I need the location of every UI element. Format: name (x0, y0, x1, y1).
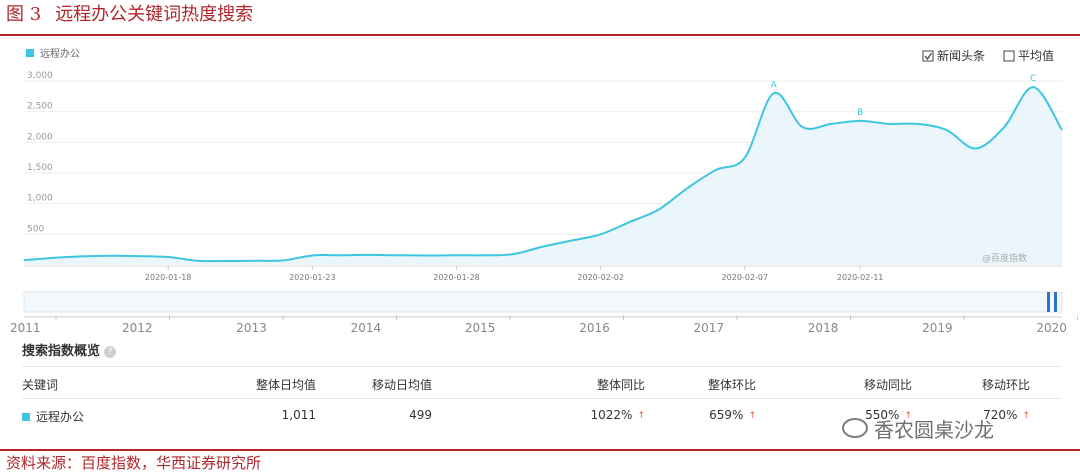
legend[interactable]: 远程办公 (26, 47, 80, 60)
th-mobile-mom: 移动环比 (981, 378, 1030, 392)
th-overall-daily: 整体日均值 (255, 378, 316, 392)
y-tick-label: 500 (27, 224, 44, 234)
year-label: 2014 (351, 321, 382, 335)
td-overall-yoy-value: 1022% (590, 408, 633, 422)
td-overall-yoy: 1022% ↑ (545, 408, 646, 422)
td-keyword[interactable]: 远程办公 (22, 408, 84, 425)
x-tick-label: 2020-02-11 (837, 273, 884, 282)
series-area (24, 87, 1062, 265)
td-keyword-text: 远程办公 (36, 410, 85, 424)
year-label: 2018 (808, 321, 839, 335)
y-tick-label: 3,000 (27, 71, 53, 81)
y-tick-label: 1,500 (27, 163, 53, 173)
timeline-slider[interactable] (23, 291, 1063, 313)
headline-toggle-label: 新闻头条 (937, 48, 985, 63)
watermark-text: 香农圆桌沙龙 (874, 418, 994, 442)
td-overall-mom-value: 659% (709, 408, 744, 422)
annotation-label[interactable]: C (1030, 74, 1036, 84)
x-tick-label: 2020-01-18 (145, 273, 192, 282)
table-divider-mid (22, 398, 1062, 399)
up-arrow-icon: ↑ (748, 411, 756, 421)
year-label: 2011 (10, 321, 41, 335)
legend-swatch (26, 49, 34, 57)
x-tick-label: 2020-02-07 (722, 273, 769, 282)
wechat-watermark: 香农圆桌沙龙 (842, 414, 994, 443)
th-overall-yoy: 整体同比 (596, 378, 645, 392)
checkbox-checked-icon (922, 50, 934, 62)
average-toggle-label: 平均值 (1018, 48, 1054, 63)
annotation-label[interactable]: A (771, 80, 778, 90)
th-keyword: 关键词 (22, 378, 59, 392)
x-tick-label: 2020-02-02 (577, 273, 624, 282)
td-overall-daily: 1,011 (281, 408, 316, 422)
source-note: 资料来源：百度指数，华西证券研究所 (6, 454, 262, 472)
bottom-rule (0, 449, 1080, 451)
legend-label: 远程办公 (40, 47, 80, 60)
timeline-track (23, 291, 1063, 313)
x-tick-label: 2020-01-28 (433, 273, 480, 282)
timeline-years: 2011 2012 2013 2014 2015 2016 2017 2018 2019 2020 (10, 315, 1078, 335)
average-toggle[interactable]: 平均值 (1003, 48, 1054, 63)
th-mobile-daily: 移动日均值 (371, 378, 432, 392)
timeline-handle-right[interactable] (1054, 292, 1057, 312)
figure-caption: 远程办公关键词热度搜索 (55, 4, 254, 25)
annotation-label[interactable]: B (857, 108, 863, 118)
year-label: 2013 (236, 321, 267, 335)
x-axis: 2020-01-18 2020-01-23 2020-01-28 2020-02-02… (24, 265, 1062, 282)
y-axis: 3,000 2,500 2,000 1,500 1,000 500 (27, 71, 53, 234)
timeline-handle-left[interactable] (1047, 292, 1050, 312)
help-icon[interactable]: ? (104, 346, 117, 358)
y-tick-label: 2,000 (27, 132, 53, 142)
overview-title-text: 搜索指数概览 (22, 344, 101, 359)
x-tick-label: 2020-01-23 (289, 273, 336, 282)
up-arrow-icon: ↑ (1022, 411, 1030, 421)
chart-watermark: @百度指数 (982, 252, 1027, 264)
year-label: 2020 (1036, 321, 1067, 335)
headline-toggle[interactable]: 新闻头条 (922, 48, 985, 63)
figure-title: 图 3 远程办公关键词热度搜索 (6, 2, 253, 32)
th-mobile-yoy: 移动同比 (863, 378, 912, 392)
year-label: 2019 (922, 321, 953, 335)
td-overall-mom: 659% ↑ (656, 408, 756, 422)
year-label: 2012 (122, 321, 153, 335)
checkbox-empty-icon (1003, 50, 1015, 62)
th-overall-mom: 整体环比 (707, 378, 756, 392)
td-mobile-daily: 499 (409, 408, 432, 422)
wechat-icon (842, 418, 868, 438)
y-tick-label: 1,000 (27, 194, 53, 204)
figure-number: 图 3 (6, 4, 42, 25)
overview-title: 搜索指数概览? (22, 340, 117, 359)
chart: 远程办公 新闻头条 平均值 3,000 2,500 2,000 1,500 1,000 5… (10, 47, 1078, 335)
year-label: 2017 (694, 321, 725, 335)
table-divider-top (22, 366, 1062, 367)
year-label: 2015 (465, 321, 496, 335)
up-arrow-icon: ↑ (637, 411, 645, 421)
year-label: 2016 (579, 321, 610, 335)
y-tick-label: 2,500 (27, 102, 53, 112)
keyword-swatch (22, 413, 30, 421)
